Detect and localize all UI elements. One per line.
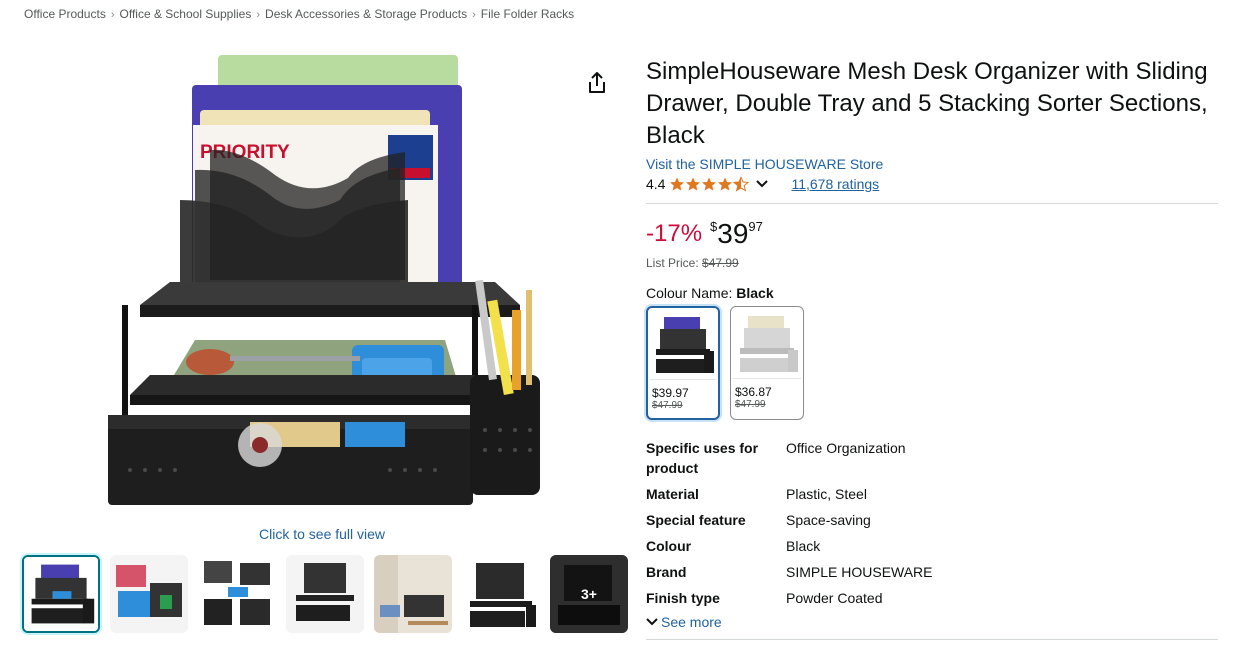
thumbnail-4[interactable] [286, 555, 364, 633]
list-price-value: $47.99 [702, 256, 739, 270]
breadcrumb-separator: › [110, 9, 115, 21]
spec-row: Brand SIMPLE HOUSEWARE [646, 562, 1218, 582]
swatch-separator [650, 379, 716, 380]
spec-key: Colour [646, 538, 692, 554]
spec-key: Brand [646, 564, 687, 580]
divider [646, 203, 1218, 204]
spec-value: Office Organization [786, 440, 906, 456]
star-icon [718, 177, 733, 191]
main-product-image[interactable]: PRIORITY [100, 50, 560, 520]
swatch-black[interactable]: $39.97 $47.99 [646, 306, 720, 420]
desk-organizer-image: PRIORITY [108, 55, 540, 505]
see-full-view-link[interactable]: Click to see full view [259, 526, 385, 542]
swatch-price: $36.87 [735, 385, 772, 399]
spec-value: Black [786, 538, 821, 554]
star-icon [702, 177, 717, 191]
spec-value: Space-saving [786, 512, 871, 528]
list-price-label: List Price: [646, 256, 699, 270]
breadcrumb-office-products[interactable]: Office Products [24, 7, 106, 21]
swatch-list-price: $47.99 [735, 399, 766, 410]
colour-label: Colour Name: [646, 285, 733, 301]
price-fraction: 97 [748, 219, 763, 234]
star-icon [686, 177, 701, 191]
breadcrumb-file-folder-racks[interactable]: File Folder Racks [481, 7, 574, 21]
rating-value: 4.4 [646, 176, 666, 192]
chevron-down-icon [646, 618, 658, 626]
thumbnail-6[interactable] [462, 555, 540, 633]
breadcrumb-separator: › [256, 9, 261, 21]
spec-row: Special feature Space-saving [646, 510, 1218, 530]
share-button[interactable] [586, 71, 608, 95]
store-link[interactable]: Visit the SIMPLE HOUSEWARE Store [646, 156, 1218, 172]
spec-row: Specific uses for product Office Organiz… [646, 438, 1218, 478]
spec-key: Specific uses for product [646, 440, 759, 476]
rating-row: 4.4 11,678 ratings [646, 174, 1218, 194]
swatch-list-price: $47.99 [652, 400, 683, 411]
star-icon [670, 177, 685, 191]
price-currency: $ [710, 219, 718, 234]
see-more-label: See more [661, 614, 722, 630]
spec-key: Material [646, 486, 699, 502]
thumbnail-7-more[interactable]: 3+ [550, 555, 628, 633]
divider [646, 639, 1218, 640]
ratings-count-link[interactable]: 11,678 ratings [791, 176, 879, 192]
swatch-white[interactable]: $36.87 $47.99 [730, 306, 804, 420]
thumbnail-5[interactable] [374, 555, 452, 633]
spec-key: Finish type [646, 590, 720, 606]
more-images-label: 3+ [550, 555, 628, 633]
discount-percent: -17% [646, 220, 703, 247]
see-more-link[interactable]: See more [646, 614, 1218, 630]
thumbnail-3[interactable] [198, 555, 276, 633]
price-whole: 39 [717, 218, 749, 249]
swatch-black-image [650, 311, 716, 379]
share-icon [589, 72, 605, 93]
list-price: List Price: $47.99 [646, 256, 1218, 270]
swatch-price: $39.97 [652, 386, 689, 400]
product-details: SimpleHouseware Mesh Desk Organizer with… [646, 56, 1218, 640]
thumbnail-2[interactable] [110, 555, 188, 633]
breadcrumb-separator: › [472, 9, 476, 21]
spec-row: Material Plastic, Steel [646, 484, 1218, 504]
spec-value: SIMPLE HOUSEWARE [786, 564, 933, 580]
specs-table: Specific uses for product Office Organiz… [646, 438, 1218, 608]
spec-row: Finish type Powder Coated [646, 588, 1218, 608]
colour-value: Black [736, 285, 774, 301]
star-rating[interactable] [669, 176, 750, 192]
breadcrumb-office-school-supplies[interactable]: Office & School Supplies [120, 7, 252, 21]
swatch-separator [733, 378, 801, 379]
half-star-icon [733, 176, 750, 192]
swatch-white-image [734, 310, 800, 378]
product-title: SimpleHouseware Mesh Desk Organizer with… [646, 58, 1208, 149]
spec-key: Special feature [646, 512, 746, 528]
chevron-down-icon[interactable] [755, 179, 769, 189]
colour-selector-label: Colour Name: Black [646, 285, 1218, 301]
breadcrumb: Office Products › Office & School Supplies… [24, 7, 574, 21]
thumbnail-1[interactable] [22, 555, 100, 633]
colour-swatches: $39.97 $47.99 $36.87 $47.99 [646, 306, 1218, 420]
spec-value: Powder Coated [786, 590, 883, 606]
spec-row: Colour Black [646, 536, 1218, 556]
breadcrumb-desk-accessories[interactable]: Desk Accessories & Storage Products [265, 7, 467, 21]
spec-value: Plastic, Steel [786, 486, 867, 502]
price-row: -17% $ 39 97 [646, 218, 1218, 250]
